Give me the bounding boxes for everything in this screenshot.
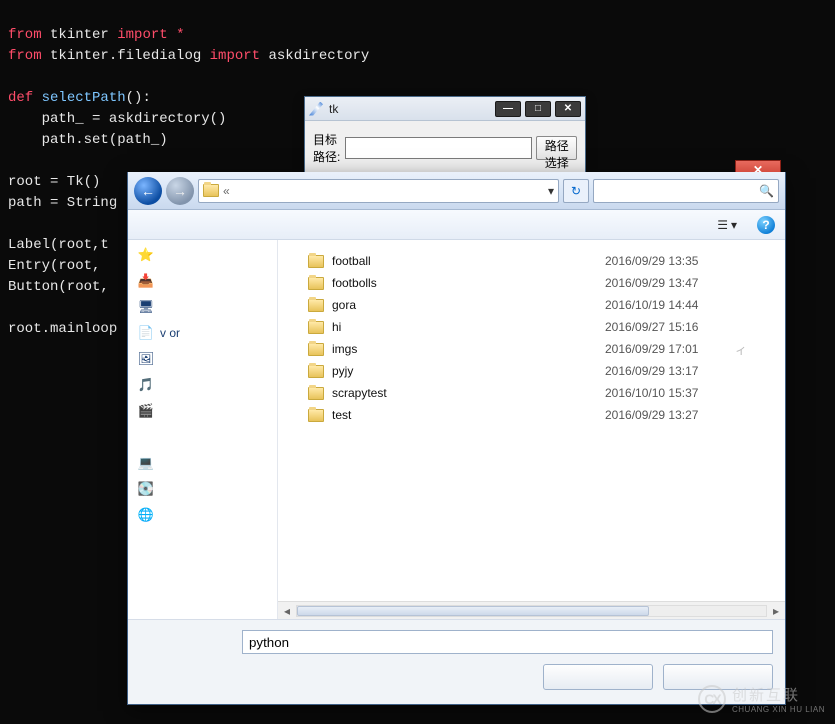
scroll-thumb[interactable] <box>297 606 649 616</box>
search-icon: 🔍 <box>759 184 774 198</box>
nav-downloads[interactable]: 📥 <box>132 272 273 290</box>
maximize-button[interactable]: □ <box>525 101 551 117</box>
watermark-logo: CX <box>698 685 726 713</box>
file-list[interactable]: football2016/09/29 13:35footbolls2016/09… <box>278 240 785 601</box>
folder-icon <box>203 184 219 197</box>
folder-dialog: ✕ ← → « ▾ ↻ 🔍 ☰ ▾ ? ⭐ 📥 🖥 📄v or 🖼 <box>127 172 786 705</box>
search-input[interactable]: 🔍 <box>593 179 779 203</box>
folder-name: gora <box>332 298 605 312</box>
folder-icon <box>308 387 324 400</box>
nav-pictures[interactable]: 🖼 <box>132 350 273 368</box>
folder-name: hi <box>332 320 605 334</box>
watermark: CX 创新互联 CHUANG XIN HU LIAN <box>698 684 825 714</box>
folder-icon <box>308 365 324 378</box>
nav-documents[interactable]: 📄v or <box>132 324 273 342</box>
navigation-pane[interactable]: ⭐ 📥 🖥 📄v or 🖼 🎵 🎬 💻 💽 🌐 <box>128 240 278 619</box>
minimize-button[interactable]: — <box>495 101 521 117</box>
choose-path-button[interactable]: 路径选择 <box>536 136 577 160</box>
folder-name: test <box>332 408 605 422</box>
watermark-text-py: CHUANG XIN HU LIAN <box>732 705 825 714</box>
dialog-nav-bar: ← → « ▾ ↻ 🔍 <box>128 172 785 210</box>
nav-videos[interactable]: 🎬 <box>132 402 273 420</box>
breadcrumb-dropdown-icon[interactable]: ▾ <box>548 184 554 198</box>
nav-network[interactable]: 🌐 <box>132 506 273 524</box>
folder-name: pyjy <box>332 364 605 378</box>
scroll-track[interactable] <box>296 605 767 617</box>
tk-window: tk — □ ✕ 目标路径: 路径选择 <box>304 96 586 176</box>
folder-name: football <box>332 254 605 268</box>
folder-date: 2016/09/29 13:47 <box>605 276 735 290</box>
nav-favorites[interactable]: ⭐ <box>132 246 273 264</box>
folder-icon <box>308 277 324 290</box>
folder-row[interactable]: gora2016/10/19 14:44 <box>278 294 785 316</box>
folder-ext: ィ <box>735 341 775 358</box>
folder-row[interactable]: footbolls2016/09/29 13:47 <box>278 272 785 294</box>
breadcrumb[interactable]: « ▾ <box>198 179 559 203</box>
folder-date: 2016/09/27 15:16 <box>605 320 735 334</box>
target-path-label: 目标路径: <box>313 131 341 165</box>
folder-row[interactable]: hi2016/09/27 15:16 <box>278 316 785 338</box>
nav-desktop[interactable]: 🖥 <box>132 298 273 316</box>
view-mode-button[interactable]: ☰ ▾ <box>713 216 741 234</box>
folder-name: scrapytest <box>332 386 605 400</box>
nav-forward-button[interactable]: → <box>166 177 194 205</box>
view-grid-icon: ☰ <box>717 218 728 232</box>
folder-row[interactable]: test2016/09/29 13:27 <box>278 404 785 426</box>
folder-row[interactable]: scrapytest2016/10/10 15:37 <box>278 382 785 404</box>
folder-icon <box>308 409 324 422</box>
folder-date: 2016/10/10 15:37 <box>605 386 735 400</box>
folder-date: 2016/09/29 17:01 <box>605 342 735 356</box>
breadcrumb-sep: « <box>223 184 230 198</box>
dialog-bottom-bar <box>128 619 785 704</box>
folder-name-input[interactable] <box>242 630 773 654</box>
folder-name: imgs <box>332 342 605 356</box>
scroll-left-icon[interactable]: ◂ <box>278 604 296 618</box>
refresh-button[interactable]: ↻ <box>563 179 589 203</box>
nav-computer[interactable]: 💻 <box>132 454 273 472</box>
target-path-input[interactable] <box>345 137 532 159</box>
folder-row[interactable]: football2016/09/29 13:35 <box>278 250 785 272</box>
tk-titlebar[interactable]: tk — □ ✕ <box>305 97 585 121</box>
folder-name: footbolls <box>332 276 605 290</box>
folder-icon <box>308 321 324 334</box>
close-button[interactable]: ✕ <box>555 101 581 117</box>
tk-title: tk <box>329 102 495 116</box>
scroll-right-icon[interactable]: ▸ <box>767 604 785 618</box>
folder-icon <box>308 299 324 312</box>
tk-icon <box>309 102 323 116</box>
folder-icon <box>308 343 324 356</box>
nav-music[interactable]: 🎵 <box>132 376 273 394</box>
folder-date: 2016/10/19 14:44 <box>605 298 735 312</box>
folder-date: 2016/09/29 13:17 <box>605 364 735 378</box>
nav-back-button[interactable]: ← <box>134 177 162 205</box>
folder-date: 2016/09/29 13:35 <box>605 254 735 268</box>
watermark-text-zh: 创新互联 <box>732 687 800 704</box>
folder-icon <box>308 255 324 268</box>
nav-drive[interactable]: 💽 <box>132 480 273 498</box>
ok-button[interactable] <box>543 664 653 690</box>
chevron-down-icon: ▾ <box>731 218 737 232</box>
dialog-toolbar: ☰ ▾ ? <box>128 210 785 240</box>
folder-row[interactable]: pyjy2016/09/29 13:17 <box>278 360 785 382</box>
folder-row[interactable]: imgs2016/09/29 17:01ィ <box>278 338 785 360</box>
help-button[interactable]: ? <box>757 216 775 234</box>
folder-date: 2016/09/29 13:27 <box>605 408 735 422</box>
horizontal-scrollbar[interactable]: ◂ ▸ <box>278 601 785 619</box>
